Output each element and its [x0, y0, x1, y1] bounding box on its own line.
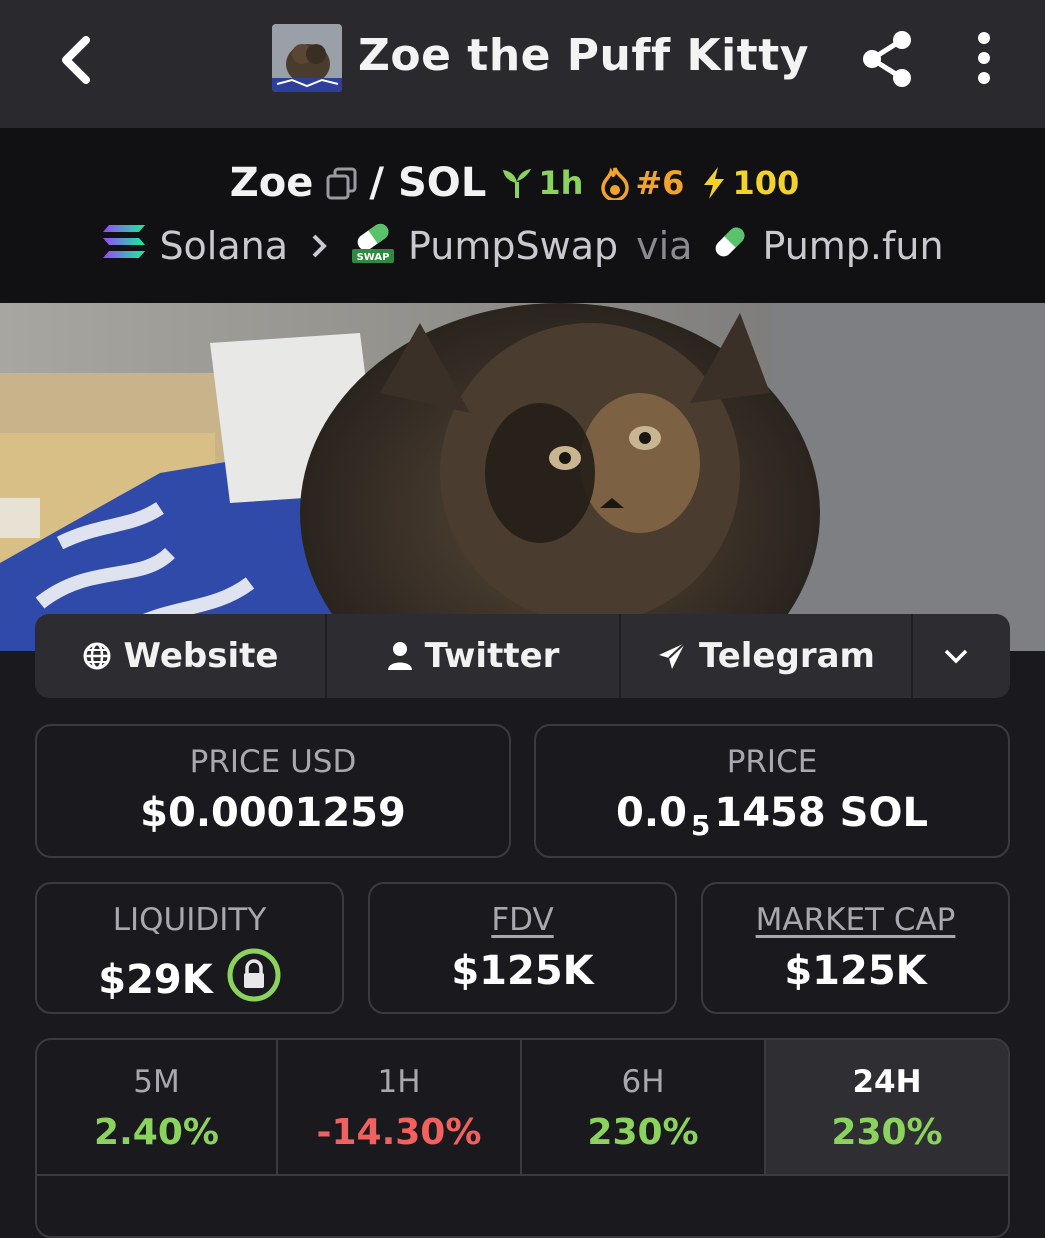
telegram-label: Telegram [699, 636, 875, 676]
tab-1h[interactable]: 1H -14.30% [278, 1040, 522, 1176]
chevron-right-icon [310, 224, 328, 268]
price-zero-count: 5 [690, 808, 711, 842]
price-usd-card: PRICE USD $0.0001259 [35, 724, 511, 858]
tab-6h-change: 230% [587, 1112, 699, 1153]
token-logo [272, 24, 342, 92]
via-label: via [636, 224, 693, 268]
tab-5m[interactable]: 5M 2.40% [37, 1040, 278, 1176]
price-native-value: 0.0 5 1458 SOL [536, 790, 1008, 842]
pair-info-section [0, 128, 1045, 303]
globe-icon [83, 642, 111, 670]
market-cap-value: $125K [784, 948, 927, 994]
tab-5m-label: 5M [133, 1064, 180, 1100]
pair-separator: / [369, 160, 384, 206]
page-title: Zoe the Puff Kitty [358, 30, 809, 81]
launchpad-name[interactable]: Pump.fun [762, 224, 943, 268]
tab-24h-change: 230% [831, 1112, 943, 1153]
trending-rank-badge[interactable]: #6 [599, 164, 684, 202]
tab-1h-change: -14.30% [316, 1112, 482, 1153]
tab-6h-label: 6H [621, 1064, 665, 1100]
twitter-button[interactable]: Twitter [327, 614, 621, 698]
price-native-card: PRICE 0.0 5 1458 SOL [534, 724, 1010, 858]
price-usd-value: $0.0001259 [140, 790, 406, 836]
social-links-bar: Website Twitter Telegram [35, 614, 1010, 698]
share-button[interactable] [858, 26, 918, 92]
liquidity-label: LIQUIDITY [112, 902, 267, 938]
liquidity-value: $29K [98, 957, 213, 1003]
pair-line: Zoe / SOL 1h #6 100 [0, 156, 1045, 210]
dex-name[interactable]: PumpSwap [408, 224, 618, 268]
route-line: Solana SWAP PumpSwap via Pump.fun [0, 222, 1045, 270]
market-cap-label: MARKET CAP [755, 902, 956, 938]
paper-plane-icon [659, 642, 686, 669]
timeframe-tabs: 5M 2.40% 1H -14.30% 6H 230% 24H 230% [37, 1040, 1008, 1176]
age-text: 1h [538, 164, 584, 202]
pumpswap-icon-label: SWAP [357, 252, 390, 263]
price-change-panel: 5M 2.40% 1H -14.30% 6H 230% 24H 230% [35, 1038, 1010, 1238]
more-links-button[interactable] [913, 614, 1010, 698]
chevron-down-icon [944, 649, 967, 664]
lock-icon[interactable] [227, 948, 281, 1012]
price-suffix: 1458 SOL [714, 790, 928, 836]
price-prefix: 0.0 [616, 790, 687, 836]
boost-text: 100 [732, 164, 800, 202]
solana-icon [101, 223, 147, 270]
liquidity-value-row: $29K [37, 948, 342, 1012]
fdv-card: FDV $125K [368, 882, 677, 1014]
fdv-value: $125K [451, 948, 594, 994]
website-label: Website [123, 636, 279, 676]
pumpswap-icon: SWAP [350, 219, 396, 274]
market-cap-card: MARKET CAP $125K [701, 882, 1010, 1014]
twitter-label: Twitter [424, 636, 560, 676]
telegram-button[interactable]: Telegram [621, 614, 913, 698]
share-icon [863, 31, 911, 87]
more-vertical-icon [978, 32, 990, 84]
fire-icon [601, 167, 630, 200]
fdv-label-wrap[interactable]: FDV [370, 902, 675, 938]
rank-text: #6 [635, 164, 685, 202]
pumpfun-icon [710, 222, 750, 271]
more-options-button[interactable] [966, 30, 1002, 86]
token-banner-image [0, 303, 1045, 651]
boost-badge[interactable]: 100 [700, 164, 799, 202]
website-button[interactable]: Website [35, 614, 327, 698]
chain-name[interactable]: Solana [159, 224, 288, 268]
tab-24h-label: 24H [852, 1064, 922, 1100]
pair-quote-symbol: SOL [398, 160, 487, 206]
user-icon [387, 642, 412, 670]
market-cap-label-wrap[interactable]: MARKET CAP [703, 902, 1008, 938]
seedling-icon [503, 169, 532, 198]
pair-age-badge: 1h [500, 164, 583, 202]
price-native-label: PRICE [726, 744, 818, 780]
pair-base-symbol: Zoe [229, 160, 314, 206]
liquidity-card: LIQUIDITY $29K [35, 882, 344, 1014]
copy-icon[interactable] [325, 166, 359, 200]
lightning-icon [704, 167, 725, 199]
tab-24h[interactable]: 24H 230% [766, 1040, 1008, 1176]
tab-6h[interactable]: 6H 230% [522, 1040, 766, 1176]
price-usd-label: PRICE USD [189, 744, 357, 780]
top-app-bar: Zoe the Puff Kitty [0, 0, 1045, 128]
tab-5m-change: 2.40% [94, 1112, 219, 1153]
back-button[interactable] [52, 30, 108, 90]
fdv-label: FDV [491, 902, 554, 938]
tab-1h-label: 1H [377, 1064, 421, 1100]
chevron-left-icon [62, 36, 90, 84]
